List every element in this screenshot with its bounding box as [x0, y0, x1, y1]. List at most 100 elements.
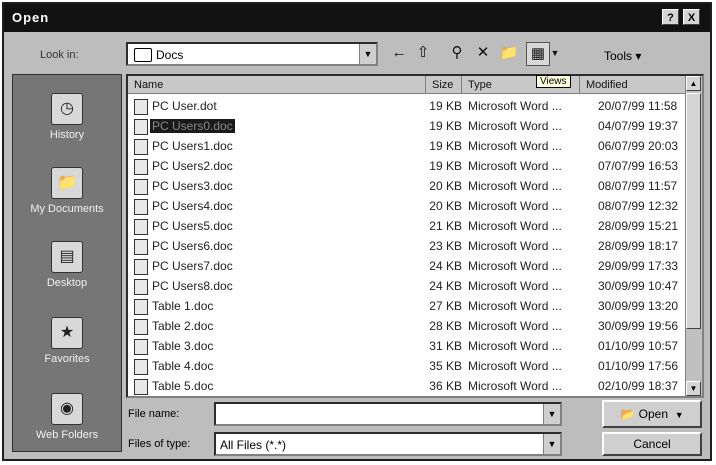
window-title: Open — [12, 10, 50, 25]
file-type: Microsoft Word ... — [468, 339, 562, 353]
file-type: Microsoft Word ... — [468, 159, 562, 173]
word-document-icon — [134, 299, 148, 315]
file-modified: 30/09/99 10:47 — [598, 279, 679, 293]
file-row[interactable]: PC Users1.doc 19 KB Microsoft Word ... 06/0… — [128, 136, 688, 156]
file-size: 27 KB — [429, 299, 462, 313]
column-header-name[interactable]: Name — [128, 76, 426, 94]
scroll-thumb[interactable] — [686, 93, 701, 329]
place-favorites[interactable]: ★ Favorites — [13, 317, 121, 365]
delete-icon[interactable]: ✕ — [472, 42, 494, 64]
new-folder-icon[interactable]: 📁 — [498, 42, 520, 64]
file-row[interactable]: Table 2.doc 28 KB Microsoft Word ... 30/09/… — [128, 316, 688, 336]
file-name-input[interactable]: ▼ — [214, 402, 562, 426]
word-document-icon — [134, 159, 148, 175]
file-modified: 28/09/99 18:17 — [598, 239, 679, 253]
chevron-down-icon[interactable]: ▼ — [675, 410, 684, 420]
file-modified: 28/09/99 15:21 — [598, 219, 679, 233]
word-document-icon — [134, 259, 148, 275]
files-of-type-value: All Files (*.*) — [220, 438, 287, 452]
look-in-label: Look in: — [40, 49, 79, 61]
file-modified: 06/07/99 20:03 — [598, 139, 679, 153]
file-modified: 08/07/99 12:32 — [598, 199, 679, 213]
file-size: 19 KB — [429, 139, 462, 153]
file-list[interactable]: Name Size Type Modified PC User.dot 19 KB… — [126, 74, 704, 398]
file-row[interactable]: Table 4.doc 35 KB Microsoft Word ... 01/10/… — [128, 356, 688, 376]
file-type: Microsoft Word ... — [468, 119, 562, 133]
views-icon[interactable]: ▦ — [526, 42, 550, 66]
file-name: PC Users5.doc — [152, 219, 233, 233]
views-tooltip: Views — [536, 75, 571, 88]
scroll-down-icon[interactable]: ▼ — [686, 381, 701, 396]
up-one-level-icon[interactable]: ⇧ — [412, 42, 434, 64]
file-name: PC Users1.doc — [152, 139, 233, 153]
file-name: PC Users7.doc — [152, 259, 233, 273]
file-name: PC User.dot — [152, 99, 217, 113]
file-name-label: File name: — [128, 408, 180, 420]
file-row[interactable]: PC Users3.doc 20 KB Microsoft Word ... 08/0… — [128, 176, 688, 196]
word-document-icon — [134, 119, 148, 135]
look-in-value: Docs — [156, 48, 184, 62]
title-bar: Open ? X — [4, 4, 710, 32]
column-header-size[interactable]: Size — [426, 76, 462, 94]
word-document-icon — [134, 219, 148, 235]
word-document-icon — [134, 339, 148, 355]
file-modified: 29/09/99 17:33 — [598, 259, 679, 273]
help-button[interactable]: ? — [662, 9, 679, 25]
my-documents-icon: 📁 — [51, 167, 83, 199]
file-row[interactable]: Table 5.doc 36 KB Microsoft Word ... 02/10/… — [128, 376, 688, 396]
file-row[interactable]: Table 3.doc 31 KB Microsoft Word ... 01/10/… — [128, 336, 688, 356]
file-row[interactable]: Table 1.doc 27 KB Microsoft Word ... 30/09/… — [128, 296, 688, 316]
file-row[interactable]: PC User.dot 19 KB Microsoft Word ... 20/07/… — [128, 96, 688, 116]
files-of-type-label: Files of type: — [128, 438, 191, 450]
close-button[interactable]: X — [683, 9, 700, 25]
file-modified: 04/07/99 19:37 — [598, 119, 679, 133]
place-desktop[interactable]: ▤ Desktop — [13, 241, 121, 289]
place-history[interactable]: ◷ History — [13, 93, 121, 141]
file-type: Microsoft Word ... — [468, 299, 562, 313]
file-row[interactable]: PC Users7.doc 24 KB Microsoft Word ... 29/0… — [128, 256, 688, 276]
cancel-button[interactable]: Cancel — [602, 432, 702, 456]
word-document-icon — [134, 359, 148, 375]
chevron-down-icon[interactable]: ▼ — [543, 404, 560, 424]
file-name: Table 1.doc — [152, 299, 214, 313]
favorites-icon: ★ — [51, 317, 83, 349]
word-document-icon — [134, 319, 148, 335]
look-in-combo[interactable]: Docs ▼ — [126, 42, 378, 66]
back-icon[interactable]: ← — [388, 42, 410, 64]
history-icon: ◷ — [51, 93, 83, 125]
file-size: 28 KB — [429, 319, 462, 333]
column-header-modified[interactable]: Modified — [580, 76, 688, 94]
place-web-folders[interactable]: ◉ Web Folders — [13, 393, 121, 441]
file-type: Microsoft Word ... — [468, 279, 562, 293]
files-of-type-select[interactable]: All Files (*.*) ▼ — [214, 432, 562, 456]
vertical-scrollbar[interactable]: ▲ ▼ — [685, 76, 702, 396]
search-web-icon[interactable]: ⚲ — [446, 42, 468, 64]
file-row[interactable]: PC Users4.doc 20 KB Microsoft Word ... 08/0… — [128, 196, 688, 216]
file-size: 36 KB — [429, 379, 462, 393]
file-type: Microsoft Word ... — [468, 139, 562, 153]
word-document-icon — [134, 199, 148, 215]
file-row[interactable]: PC Users5.doc 21 KB Microsoft Word ... 28/0… — [128, 216, 688, 236]
word-document-icon — [134, 179, 148, 195]
file-type: Microsoft Word ... — [468, 179, 562, 193]
chevron-down-icon[interactable]: ▼ — [359, 44, 376, 64]
file-row[interactable]: PC Users8.doc 24 KB Microsoft Word ... 30/0… — [128, 276, 688, 296]
file-size: 21 KB — [429, 219, 462, 233]
file-name: Table 3.doc — [152, 339, 214, 353]
desktop-icon: ▤ — [51, 241, 83, 273]
word-document-icon — [134, 279, 148, 295]
file-row[interactable]: PC Users0.doc 19 KB Microsoft Word ... 04/0… — [128, 116, 688, 136]
file-type: Microsoft Word ... — [468, 319, 562, 333]
place-my-documents[interactable]: 📁 My Documents — [13, 167, 121, 215]
file-row[interactable]: PC Users6.doc 23 KB Microsoft Word ... 28/0… — [128, 236, 688, 256]
chevron-down-icon[interactable]: ▼ — [543, 434, 560, 454]
file-modified: 20/07/99 11:58 — [598, 99, 678, 113]
file-size: 23 KB — [429, 239, 462, 253]
scroll-up-icon[interactable]: ▲ — [686, 76, 701, 91]
views-dropdown-icon[interactable]: ▼ — [549, 42, 561, 64]
open-dialog: Open ? X Look in: Docs ▼ ← ⇧ ⚲ ✕ 📁 ▦ ▼ T… — [2, 2, 712, 461]
file-row[interactable]: PC Users2.doc 19 KB Microsoft Word ... 07/0… — [128, 156, 688, 176]
tools-menu[interactable]: Tools ▾ — [604, 49, 641, 63]
file-name: Table 5.doc — [152, 379, 214, 393]
open-button[interactable]: 📂 Open ▼ — [602, 400, 702, 428]
